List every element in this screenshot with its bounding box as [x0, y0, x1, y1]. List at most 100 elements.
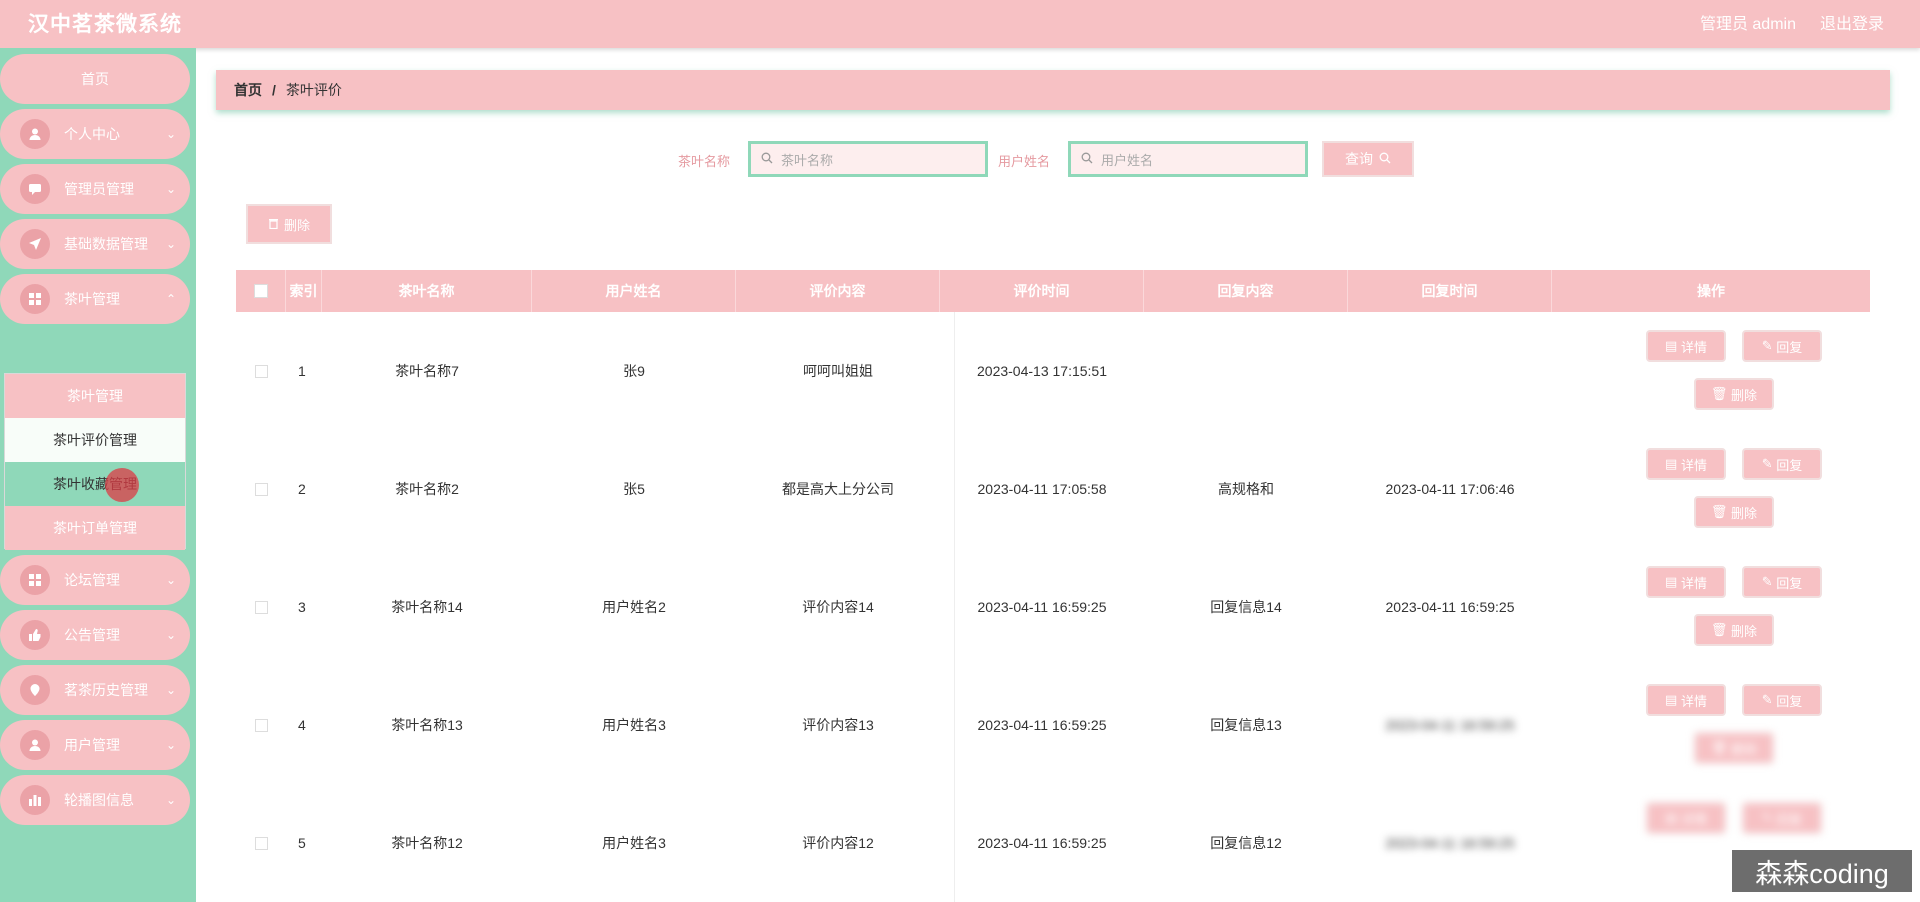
cell-reply-time: 2023-04-11 16:59:25 [1385, 835, 1515, 851]
trash-icon: 🗑 [1710, 386, 1732, 401]
tea-name-placeholder: 茶叶名称 [781, 152, 834, 168]
row-checkbox[interactable] [254, 600, 268, 614]
table-header: 索引 茶叶名称 用户姓名 评价内容 评价时间 回复内容 回复时间 操作 [236, 270, 1870, 312]
reply-button[interactable]: ✎ 回复 [1742, 330, 1822, 362]
user-icon [20, 119, 50, 149]
delete-button[interactable]: 🗑 删除 [1694, 378, 1774, 410]
cell-review-content: 评价内容13 [802, 717, 874, 733]
logout-link[interactable]: 退出登录 [1820, 10, 1884, 34]
watermark: 森森coding [1732, 850, 1912, 892]
cell-review-content: 评价内容12 [802, 835, 874, 851]
row-checkbox[interactable] [254, 364, 268, 378]
cell-tea-name: 茶叶名称2 [395, 481, 459, 497]
cell-review-time: 2023-04-11 16:59:25 [977, 717, 1107, 733]
sidebar-item-label: 用户管理 [64, 737, 120, 753]
select-all-checkbox[interactable] [253, 284, 268, 298]
reply-label: 回复 [1776, 575, 1803, 591]
sidebar-item-carousel[interactable]: 轮播图信息 ⌄ [0, 775, 190, 825]
sidebar-item-basic-data[interactable]: 基础数据管理 ⌄ [0, 219, 190, 269]
tea-name-input[interactable]: 茶叶名称 [748, 141, 988, 177]
breadcrumb-home[interactable]: 首页 [234, 80, 262, 100]
detail-button[interactable]: ▤ 详情 [1646, 566, 1726, 598]
grid-icon [20, 284, 50, 314]
sidebar-item-notice[interactable]: 公告管理 ⌄ [0, 610, 190, 660]
thumb-icon [20, 620, 50, 650]
delete-button[interactable]: 🗑 删除 [1694, 614, 1774, 646]
delete-button[interactable]: 🗑 删除 [1694, 732, 1774, 764]
sidebar-item-tea-history[interactable]: 茗茶历史管理 ⌄ [0, 665, 190, 715]
submenu-item-tea-favorite[interactable]: 茶叶收藏管理 [5, 462, 185, 506]
table-row: 5 茶叶名称12 用户姓名3 评价内容12 2023-04-11 16:59:2… [236, 784, 1870, 902]
row-checkbox[interactable] [254, 836, 268, 850]
cell-reply-content: 高规格和 [1218, 481, 1274, 497]
sidebar-item-label: 论坛管理 [64, 572, 120, 588]
submenu-item-tea-review[interactable]: 茶叶评价管理 [5, 418, 185, 462]
row-checkbox[interactable] [254, 482, 268, 496]
sidebar-item-forum[interactable]: 论坛管理 ⌄ [0, 555, 190, 605]
reply-button[interactable]: ✎ 回复 [1742, 566, 1822, 598]
header-select-all-cell [236, 270, 286, 312]
sidebar-item-users[interactable]: 用户管理 ⌄ [0, 720, 190, 770]
cell-index: 4 [298, 717, 306, 733]
trash-icon: 🗑 [1710, 504, 1732, 519]
chevron-down-icon: ⌄ [165, 683, 176, 697]
user-name-input[interactable]: 用户姓名 [1068, 141, 1308, 177]
batch-delete-button[interactable]: 删除 [246, 204, 332, 244]
chat-icon [20, 174, 50, 204]
sidebar-item-label: 公告管理 [64, 627, 120, 643]
tea-name-label: 茶叶名称 [678, 154, 731, 169]
sidebar-item-tea[interactable]: 茶叶管理 ⌃ [0, 274, 190, 324]
reply-button[interactable]: ✎ 回复 [1742, 802, 1822, 834]
chevron-down-icon: ⌄ [165, 182, 176, 196]
sidebar-item-personal[interactable]: 个人中心 ⌄ [0, 109, 190, 159]
row-checkbox[interactable] [254, 718, 268, 732]
detail-label: 详情 [1680, 811, 1707, 827]
header-review-content: 评价内容 [736, 270, 940, 312]
edit-icon: ✎ [1761, 338, 1777, 353]
edit-icon: ✎ [1761, 456, 1777, 471]
detail-label: 详情 [1680, 575, 1707, 591]
cell-reply-content [1144, 312, 1348, 430]
reply-button[interactable]: ✎ 回复 [1742, 684, 1822, 716]
detail-button[interactable]: ▤ 详情 [1646, 684, 1726, 716]
document-icon: ▤ [1665, 574, 1681, 589]
reply-label: 回复 [1776, 811, 1803, 827]
detail-button[interactable]: ▤ 详情 [1646, 802, 1726, 834]
trash-icon [268, 217, 279, 232]
cell-user-name: 张9 [623, 363, 645, 379]
cell-reply-content: 回复信息12 [1210, 835, 1282, 851]
header-tea-name: 茶叶名称 [322, 270, 532, 312]
query-button[interactable]: 查询 [1322, 141, 1414, 177]
cell-user-name: 张5 [623, 481, 645, 497]
sidebar-item-admin[interactable]: 管理员管理 ⌄ [0, 164, 190, 214]
detail-label: 详情 [1680, 693, 1707, 709]
cell-tea-name: 茶叶名称14 [391, 599, 463, 615]
sidebar-item-home[interactable]: 首页 [0, 54, 190, 104]
location-icon [20, 675, 50, 705]
document-icon: ▤ [1665, 338, 1681, 353]
cell-review-content: 评价内容14 [802, 599, 874, 615]
breadcrumb: 首页 / 茶叶评价 [216, 70, 1890, 110]
delete-button[interactable]: 🗑 删除 [1694, 496, 1774, 528]
cell-reply-content: 回复信息13 [1210, 717, 1282, 733]
submenu-item-tea-order[interactable]: 茶叶订单管理 [5, 506, 185, 550]
cell-user-name: 用户姓名3 [602, 835, 666, 851]
detail-label: 详情 [1680, 457, 1707, 473]
edit-icon: ✎ [1761, 574, 1777, 589]
delete-label: 删除 [1731, 623, 1758, 639]
chevron-down-icon: ⌄ [165, 628, 176, 642]
header-review-time: 评价时间 [940, 270, 1144, 312]
document-icon: ▤ [1665, 810, 1681, 825]
reply-label: 回复 [1776, 693, 1803, 709]
chart-icon [20, 785, 50, 815]
reply-button[interactable]: ✎ 回复 [1742, 448, 1822, 480]
detail-button[interactable]: ▤ 详情 [1646, 448, 1726, 480]
cell-actions: ▤ 详情 ✎ 回复 🗑 删除 [1552, 430, 1870, 548]
cell-actions: ▤ 详情 ✎ 回复 🗑 删除 [1552, 666, 1870, 784]
sidebar-item-label: 轮播图信息 [64, 792, 134, 808]
detail-button[interactable]: ▤ 详情 [1646, 330, 1726, 362]
send-icon [20, 229, 50, 259]
admin-user-label[interactable]: 管理员 admin [1700, 10, 1796, 34]
submenu-item-tea-manage[interactable]: 茶叶管理 [5, 374, 185, 418]
delete-label: 删除 [1731, 741, 1758, 757]
